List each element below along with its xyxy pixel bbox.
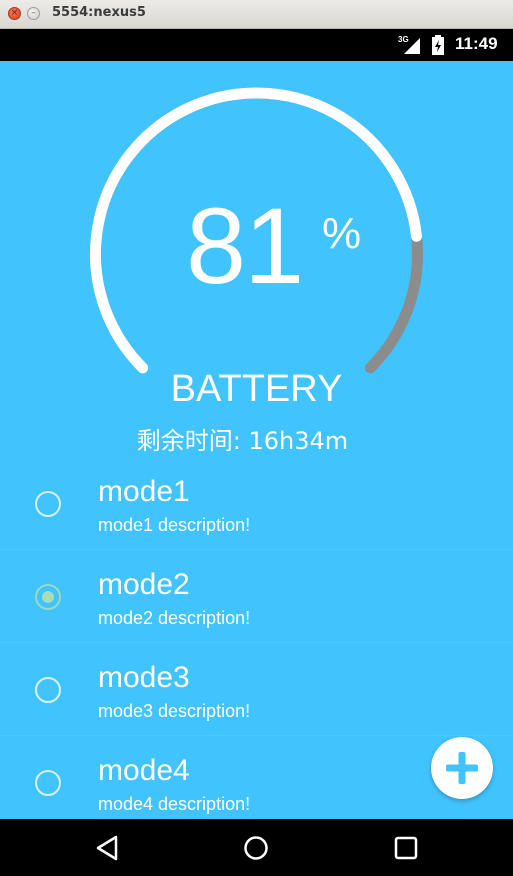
minimize-icon: – [31, 8, 36, 18]
mode-radio-button[interactable] [35, 677, 61, 703]
status-time: 11:49 [455, 34, 498, 53]
window-close-button[interactable]: × [8, 7, 21, 20]
mode-list-item[interactable]: mode3 mode3 description! [0, 643, 513, 736]
mode-title: mode3 [98, 661, 190, 694]
signal-icon [404, 38, 420, 54]
radio-selected-dot [42, 591, 54, 603]
window-minimize-button[interactable]: – [27, 7, 40, 20]
mode-description: mode1 description! [98, 515, 251, 535]
mode-title: mode4 [98, 754, 190, 787]
mode-radio-button-selected[interactable] [35, 584, 61, 610]
battery-percent-sign: % [322, 209, 362, 258]
mode-title: mode1 [98, 475, 190, 508]
mode-description: mode2 description! [98, 608, 251, 628]
status-bar: 3G 11:49 [0, 29, 513, 61]
mode-radio-button[interactable] [35, 770, 61, 796]
mode-list-item[interactable]: mode2 mode2 description! [0, 550, 513, 643]
window-titlebar: × – 5554:nexus5 [0, 0, 513, 29]
window-title: 5554:nexus5 [52, 5, 146, 20]
home-icon[interactable] [241, 833, 271, 863]
mode-title: mode2 [98, 568, 190, 601]
mode-description: mode4 description! [98, 794, 251, 814]
battery-label: BATTERY [170, 368, 343, 410]
recents-icon[interactable] [391, 833, 421, 863]
close-icon: × [10, 8, 19, 18]
remaining-time: 剩余时间: 16h34m [136, 427, 349, 455]
battery-charging-icon [432, 35, 444, 55]
mode-radio-button[interactable] [35, 491, 61, 517]
mode-description: mode3 description! [98, 701, 251, 721]
back-icon[interactable] [93, 833, 123, 863]
battery-percent-value: 81 [186, 185, 304, 306]
app-content: 81 % BATTERY 剩余时间: 16h34m mode1 mode1 de… [0, 61, 513, 819]
add-mode-button[interactable] [431, 737, 493, 799]
navigation-bar [0, 819, 513, 876]
plus-icon [446, 752, 478, 784]
mode-list-item[interactable]: mode1 mode1 description! [0, 457, 513, 550]
